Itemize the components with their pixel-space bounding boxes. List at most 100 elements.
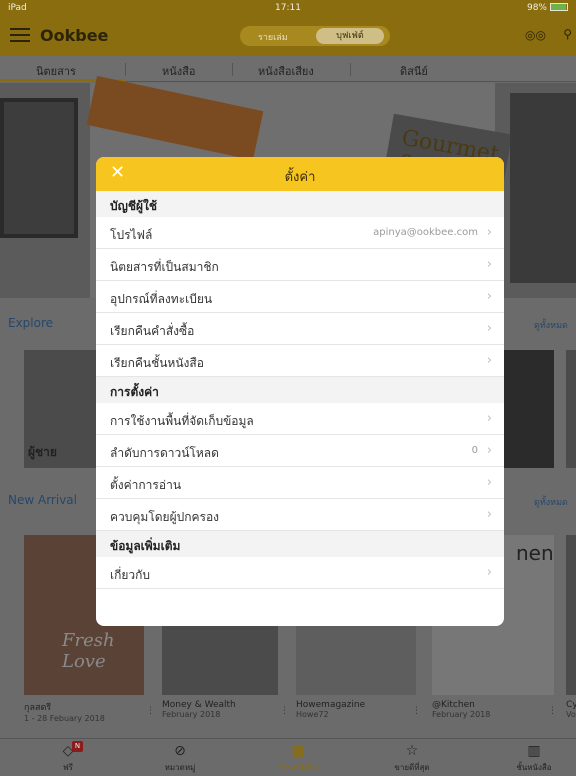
chevron-right-icon: › <box>486 321 492 336</box>
reading-label: ตั้งค่าการอ่าน <box>110 478 182 492</box>
chevron-right-icon: › <box>486 443 492 458</box>
more-options-icon[interactable]: ⋮ <box>412 706 421 716</box>
explore-card-label: ผู้ชาย <box>28 445 57 459</box>
modal-header: ✕ ตั้งค่า <box>96 157 504 191</box>
new-arrival-title: New Arrival <box>8 493 77 507</box>
download-queue-label: ลำดับการดาวน์โหลด <box>110 446 219 460</box>
arrival-title-3: Howemagazine <box>296 700 366 710</box>
tab-books[interactable]: หนังสือ <box>162 62 195 80</box>
hamburger-menu-icon[interactable] <box>10 28 30 42</box>
category-tabs: นิตยสาร หนังสือ หนังสือเสียง ดิสนีย์ <box>0 56 576 82</box>
arrival-date-4: February 2018 <box>432 710 491 719</box>
tab-categories-label: หมวดหมู่ <box>164 763 196 772</box>
battery-indicator: 98% <box>527 3 568 13</box>
more-options-icon[interactable]: ⋮ <box>548 706 557 716</box>
arrival-caption-3: Howemagazine Howe72 <box>296 700 365 719</box>
profile-email: apinya@ookbee.com <box>373 227 478 238</box>
chevron-right-icon: › <box>486 257 492 272</box>
new-badge: N <box>72 741 83 752</box>
cover-fresh-love-text: Fresh Love <box>62 630 115 672</box>
settings-item-restore-shelf[interactable]: เรียกคืนชั้นหนังสือ › <box>96 345 504 377</box>
brand-logo: Ookbee <box>40 26 109 45</box>
tab-bookstore[interactable]: ▤ ร้านหนังสือ <box>258 743 338 774</box>
tab-audiobooks[interactable]: หนังสือเสียง <box>258 62 314 80</box>
restore-shelf-label: เรียกคืนชั้นหนังสือ <box>110 356 204 370</box>
settings-item-reading[interactable]: ตั้งค่าการอ่าน › <box>96 467 504 499</box>
settings-item-about[interactable]: เกี่ยวกับ › <box>96 557 504 589</box>
storage-label: การใช้งานพื้นที่จัดเก็บข้อมูล <box>110 414 254 428</box>
download-queue-count: 0 <box>471 445 478 456</box>
new-arrival-see-all-link[interactable]: ดูทั้งหมด <box>534 495 568 509</box>
tab-bookshelf[interactable]: ▥ ชั้นหนังสือ <box>494 743 574 774</box>
tab-bestsellers-label: ขายดีที่สุด <box>394 763 430 772</box>
section-more-info: ข้อมูลเพิ่มเติม <box>96 531 504 557</box>
arrival-date-3: Howe72 <box>296 710 329 719</box>
arrival-date-1: 1 - 28 Febuary 2018 <box>24 714 105 723</box>
profile-label: โปรไฟล์ <box>110 228 153 242</box>
arrival-caption-4: @Kitchen February 2018 <box>432 700 490 719</box>
subscribed-label: นิตยสารที่เป็นสมาชิก <box>110 260 219 274</box>
arrival-title-1: กุลสตรี <box>24 703 52 713</box>
battery-percent: 98% <box>526 3 547 13</box>
battery-icon <box>550 3 568 11</box>
banner-tablet-right <box>510 93 576 283</box>
chevron-right-icon: › <box>486 225 492 240</box>
explore-card[interactable] <box>566 350 576 468</box>
settings-item-download-queue[interactable]: ลำดับการดาวน์โหลด 0 › <box>96 435 504 467</box>
tab-magazines[interactable]: นิตยสาร <box>36 62 76 80</box>
reading-glasses-icon[interactable]: ◎◎ <box>525 28 546 42</box>
about-label: เกี่ยวกับ <box>110 568 151 582</box>
banner-tablet-left <box>0 98 78 238</box>
settings-item-parental[interactable]: ควบคุมโดยผู้ปกครอง › <box>96 499 504 531</box>
modal-title: ตั้งค่า <box>284 170 316 185</box>
settings-item-restore-orders[interactable]: เรียกคืนคำสั่งซื้อ › <box>96 313 504 345</box>
more-options-icon[interactable]: ⋮ <box>280 706 289 716</box>
cover-partial[interactable] <box>566 535 576 695</box>
chevron-right-icon: › <box>486 411 492 426</box>
arrival-caption-1: กุลสตรี 1 - 28 Febuary 2018 <box>24 700 105 723</box>
store-icon: ▤ <box>291 743 305 759</box>
segment-buffet[interactable]: บุฟเฟ่ต์ <box>316 28 384 44</box>
star-icon: ☆ <box>405 743 419 759</box>
arrival-title-5: Cy <box>566 700 576 710</box>
tab-bestsellers[interactable]: ☆ ขายดีที่สุด <box>372 743 452 774</box>
more-options-icon[interactable]: ⋮ <box>146 706 155 716</box>
bookshelf-icon: ▥ <box>527 743 541 759</box>
settings-item-storage[interactable]: การใช้งานพื้นที่จัดเก็บข้อมูล › <box>96 403 504 435</box>
explore-see-all-link[interactable]: ดูทั้งหมด <box>534 318 568 332</box>
tab-disney[interactable]: ดิสนีย์ <box>400 62 428 80</box>
settings-item-devices[interactable]: อุปกรณ์ที่ลงทะเบียน › <box>96 281 504 313</box>
segment-single[interactable]: รายเล่ม <box>258 30 288 44</box>
arrival-title-2: Money & Wealth <box>162 700 236 710</box>
arrival-date-5: Vo <box>566 710 576 719</box>
arrival-date-2: February 2018 <box>162 710 221 719</box>
section-account: บัญชีผู้ใช้ <box>96 191 504 217</box>
settings-item-profile[interactable]: โปรไฟล์ apinya@ookbee.com › <box>96 217 504 249</box>
explore-title: Explore <box>8 316 54 330</box>
app-header: iPad 17:11 98% Ookbee รายเล่ม บุฟเฟ่ต์ ◎… <box>0 0 576 56</box>
purchase-mode-toggle[interactable]: รายเล่ม บุฟเฟ่ต์ <box>240 26 390 46</box>
tab-free[interactable]: ◇ ฟรี N <box>28 741 108 774</box>
tab-free-label: ฟรี <box>63 763 73 772</box>
status-bar: iPad 17:11 98% <box>0 0 576 16</box>
restore-orders-label: เรียกคืนคำสั่งซื้อ <box>110 324 195 338</box>
arrival-caption-2: Money & Wealth February 2018 <box>162 700 236 719</box>
tab-categories[interactable]: ⊘ หมวดหมู่ <box>140 743 220 774</box>
arrival-title-4: @Kitchen <box>432 700 475 710</box>
cover-nen-text: nen <box>516 541 554 565</box>
tag-icon: ◇ <box>62 743 74 759</box>
chevron-right-icon: › <box>486 289 492 304</box>
tab-bookshelf-label: ชั้นหนังสือ <box>516 763 552 772</box>
settings-item-subscribed[interactable]: นิตยสารที่เป็นสมาชิก › <box>96 249 504 281</box>
chevron-right-icon: › <box>486 507 492 522</box>
compass-icon: ⊘ <box>174 743 186 759</box>
clock: 17:11 <box>275 3 301 13</box>
parental-label: ควบคุมโดยผู้ปกครอง <box>110 510 220 524</box>
chevron-right-icon: › <box>486 565 492 580</box>
devices-label: อุปกรณ์ที่ลงทะเบียน <box>110 292 213 306</box>
tab-bookstore-label: ร้านหนังสือ <box>278 763 318 772</box>
chevron-right-icon: › <box>486 475 492 490</box>
search-icon[interactable]: ⚲ <box>563 27 572 41</box>
chevron-right-icon: › <box>486 353 492 368</box>
settings-modal: ✕ ตั้งค่า บัญชีผู้ใช้ โปรไฟล์ apinya@ook… <box>96 157 504 626</box>
